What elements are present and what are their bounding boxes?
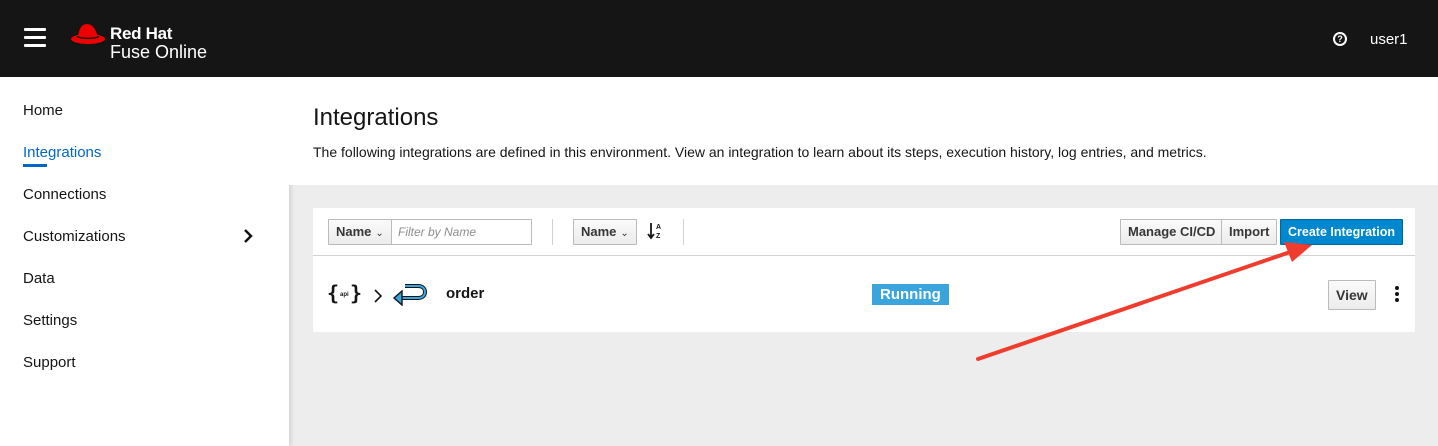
sidebar-item-home[interactable]: Home: [23, 102, 63, 119]
product-name: Fuse Online: [110, 42, 208, 62]
manage-cicd-button[interactable]: Manage CI/CD: [1120, 219, 1224, 245]
sort-field-label: Name: [581, 224, 617, 239]
import-button[interactable]: Import: [1221, 219, 1278, 245]
sidebar-item-data[interactable]: Data: [23, 270, 55, 287]
svg-text:{: {: [327, 282, 339, 305]
page-header: Integrations The following integrations …: [289, 77, 1438, 185]
integration-row[interactable]: { } api order Running View: [313, 256, 1415, 332]
masthead: Red Hat Fuse Online ? user1: [0, 0, 1438, 77]
status-badge: Running: [872, 284, 949, 305]
red-hat-icon: [71, 24, 105, 44]
chevron-down-icon: ⌄: [375, 228, 384, 239]
api-return-icon: [392, 284, 427, 306]
view-button[interactable]: View: [1328, 280, 1376, 310]
svg-text:A: A: [656, 224, 661, 231]
sort-alpha-icon[interactable]: A Z: [647, 221, 665, 241]
sidebar-item-customizations[interactable]: Customizations: [23, 228, 126, 245]
hamburger-menu-icon[interactable]: [24, 28, 46, 48]
svg-text:Z: Z: [656, 233, 661, 240]
sort-field-dropdown[interactable]: Name ⌄: [573, 219, 637, 245]
user-menu[interactable]: user1: [1370, 31, 1408, 48]
integration-name[interactable]: order: [446, 285, 484, 302]
chevron-down-icon: ⌄: [620, 228, 629, 239]
create-integration-button[interactable]: Create Integration: [1280, 219, 1403, 245]
page-title: Integrations: [313, 104, 439, 131]
filter-input[interactable]: [391, 219, 532, 245]
sidebar-item-connections[interactable]: Connections: [23, 186, 106, 203]
page-description: The following integrations are defined i…: [313, 144, 1207, 160]
toolbar-divider: [552, 219, 553, 245]
sidebar-item-support[interactable]: Support: [23, 354, 76, 371]
filter-field-dropdown[interactable]: Name ⌄: [328, 219, 392, 245]
filter-field-label: Name: [336, 224, 372, 239]
chevron-right-icon: [374, 289, 383, 303]
list-toolbar: Name⌄ Name⌄ A Z Manage CI/CD Import Crea…: [313, 208, 1415, 256]
toolbar-divider: [683, 219, 684, 245]
svg-text:}: }: [350, 282, 362, 305]
sidebar-nav: Home Integrations Connections Customizat…: [0, 77, 289, 446]
help-icon[interactable]: ?: [1333, 32, 1347, 46]
api-icon-label: api: [340, 292, 349, 298]
chevron-right-icon[interactable]: [243, 229, 253, 243]
brand-name: Red Hat: [110, 24, 173, 43]
sidebar-item-integrations[interactable]: Integrations: [23, 144, 101, 167]
kebab-menu-icon[interactable]: [1395, 286, 1401, 304]
api-connection-icon: { } api: [327, 282, 362, 305]
sidebar-item-settings[interactable]: Settings: [23, 312, 77, 329]
